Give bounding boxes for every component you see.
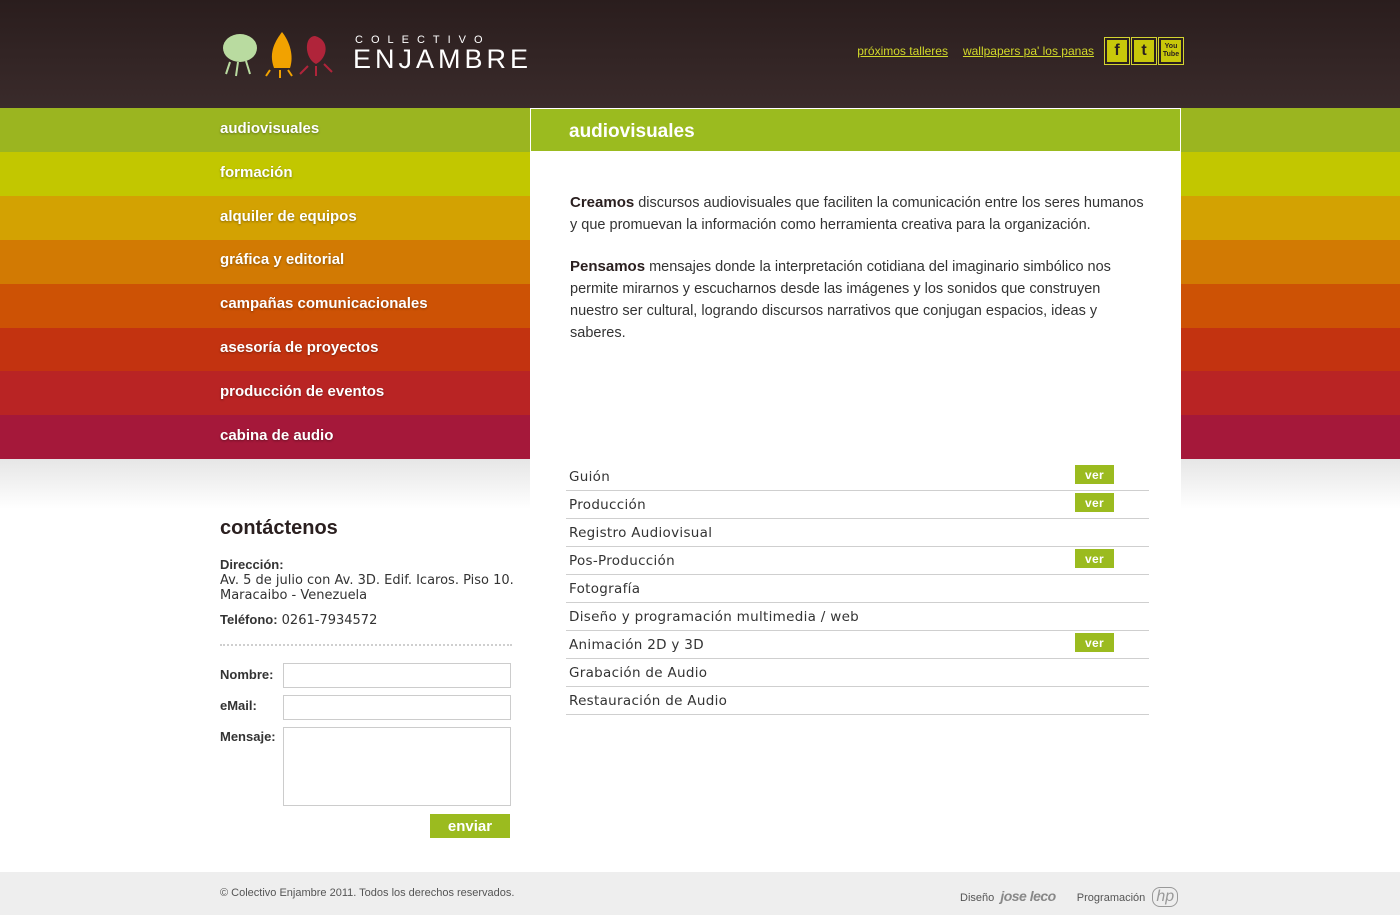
logo[interactable]: COLECTIVO ENJAMBRE [220,28,528,80]
service-row-diseno-multimedia: Diseño y programación multimedia / web [566,603,1149,631]
twitter-icon[interactable]: t [1131,37,1157,65]
social-links: f t You Tube [1104,37,1184,65]
intro-bold-2: Pensamos [570,258,646,275]
design-signature[interactable]: jose leco [1000,888,1056,904]
footer: © Colectivo Enjambre 2011. Todos los der… [0,872,1400,915]
address-line-1: Av. 5 de julio con Av. 3D. Edif. Icaros.… [220,573,514,588]
service-label: Guión [569,469,611,485]
link-wallpapers[interactable]: wallpapers pa' los panas [963,44,1094,58]
intro-text: Creamos discursos audiovisuales que faci… [570,192,1150,364]
phone-label: Teléfono: [220,612,278,627]
ver-button[interactable]: ver [1075,549,1114,568]
programming-mark-icon[interactable]: hp [1152,887,1179,907]
intro-paragraph-2: Pensamos mensajes donde la interpretació… [570,256,1150,344]
contact-phone: Teléfono: 0261-7934572 [220,612,377,628]
nav-item-label: alquiler de equipos [220,208,357,225]
service-row-restauracion-de-audio: Restauración de Audio [566,687,1149,715]
service-label: Animación 2D y 3D [569,637,704,653]
name-label: Nombre: [220,667,274,682]
service-row-pos-produccion: Pos-Producción ver [566,547,1149,575]
content-panel: audiovisuales Creamos discursos audiovis… [530,108,1181,715]
divider [220,644,512,646]
services-list: Guión ver Producción ver Registro Audiov… [566,463,1149,715]
service-label: Grabación de Audio [569,665,708,681]
nav-item-label: producción de eventos [220,383,385,400]
service-row-animacion: Animación 2D y 3D ver [566,631,1149,659]
name-field[interactable] [283,663,511,688]
service-row-grabacion-de-audio: Grabación de Audio [566,659,1149,687]
ver-button[interactable]: ver [1075,493,1114,512]
nav-item-label: gráfica y editorial [220,251,345,268]
youtube-icon[interactable]: You Tube [1158,37,1184,65]
logo-big-text: ENJAMBRE [353,44,533,74]
phone-value: 0261-7934572 [277,613,378,628]
bug-logo-icon [223,32,333,78]
email-field[interactable] [283,695,511,720]
link-proximos-talleres[interactable]: próximos talleres [857,44,948,58]
credits: Diseño jose leco Programación hp [960,887,1179,907]
service-label: Producción [569,497,646,513]
message-label: Mensaje: [220,729,276,744]
service-label: Fotografía [569,581,641,597]
service-label: Pos-Producción [569,553,675,569]
top-links: próximos talleres wallpapers pa' los pan… [857,44,1094,58]
contact-title: contáctenos [220,517,338,539]
design-label: Diseño [960,892,995,904]
email-label: eMail: [220,698,257,713]
service-row-registro-audiovisual: Registro Audiovisual [566,519,1149,547]
nav-item-label: cabina de audio [220,427,334,444]
ver-button[interactable]: ver [1075,633,1114,652]
copyright: © Colectivo Enjambre 2011. Todos los der… [220,887,515,899]
service-row-guion: Guión ver [566,463,1149,491]
intro-text-1: discursos audiovisuales que faciliten la… [570,195,1144,233]
service-label: Restauración de Audio [569,693,728,709]
header: COLECTIVO ENJAMBRE próximos talleres wal… [0,0,1400,108]
ver-button[interactable]: ver [1075,465,1114,484]
programming-label: Programación [1076,892,1146,904]
address-line-2: Maracaibo - Venezuela [220,588,368,603]
service-row-fotografia: Fotografía [566,575,1149,603]
intro-bold-1: Creamos [570,194,635,211]
service-label: Registro Audiovisual [569,525,713,541]
panel-header: audiovisuales [530,108,1181,152]
facebook-icon[interactable]: f [1104,37,1130,65]
intro-text-2: mensajes donde la interpretación cotidia… [570,259,1111,341]
nav-item-label: campañas comunicacionales [220,295,428,312]
message-field[interactable] [283,727,511,806]
intro-paragraph-1: Creamos discursos audiovisuales que faci… [570,192,1150,236]
panel-title: audiovisuales [569,121,695,142]
nav-item-label: audiovisuales [220,120,320,137]
service-label: Diseño y programación multimedia / web [569,609,860,625]
nav-item-label: formación [220,164,293,181]
address-label: Dirección: [220,557,284,572]
service-row-produccion: Producción ver [566,491,1149,519]
send-button[interactable]: enviar [430,814,510,838]
contact-address: Dirección: Av. 5 de julio con Av. 3D. Ed… [220,557,520,603]
nav-item-label: asesoría de proyectos [220,339,379,356]
